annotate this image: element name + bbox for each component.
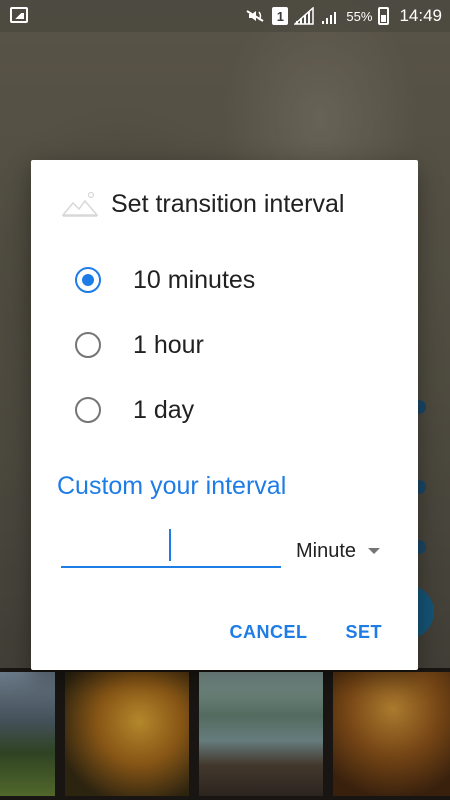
- signal-icon: [293, 6, 315, 25]
- option-1-hour[interactable]: 1 hour: [75, 325, 204, 365]
- transition-interval-dialog: Set transition interval 10 minutes 1 hou…: [31, 160, 418, 670]
- custom-interval-field[interactable]: [61, 524, 281, 568]
- option-label: 1 day: [133, 395, 195, 424]
- clock: 14:49: [399, 6, 442, 25]
- text-cursor: [169, 529, 171, 561]
- sim-icon: 1: [272, 7, 289, 25]
- option-10-minutes[interactable]: 10 minutes: [75, 260, 255, 300]
- image-icon: [61, 189, 101, 219]
- custom-interval-heading: Custom your interval: [57, 472, 287, 500]
- unit-dropdown[interactable]: Minute: [296, 534, 381, 568]
- radio-button[interactable]: [75, 332, 101, 358]
- dropdown-arrow-icon: [368, 548, 381, 554]
- radio-button-selected[interactable]: [75, 267, 101, 293]
- battery-charging-icon: [378, 7, 390, 25]
- gallery-icon: [10, 7, 28, 23]
- option-label: 10 minutes: [133, 265, 256, 294]
- signal-icon: [320, 7, 340, 25]
- status-bar: 1 55% 14:49: [0, 0, 450, 32]
- unit-dropdown-value: Minute: [296, 539, 357, 562]
- set-button[interactable]: SET: [345, 622, 382, 643]
- dialog-title-row: Set transition interval: [61, 186, 344, 222]
- option-label: 1 hour: [133, 330, 204, 359]
- battery-percent: 55%: [346, 8, 373, 24]
- cancel-button[interactable]: CANCEL: [229, 622, 307, 643]
- option-1-day[interactable]: 1 day: [75, 390, 194, 430]
- mute-icon: [244, 8, 266, 24]
- custom-interval-input[interactable]: [61, 524, 281, 564]
- dialog-actions: CANCEL SET: [229, 622, 382, 643]
- dialog-title: Set transition interval: [111, 189, 345, 218]
- radio-button[interactable]: [75, 397, 101, 423]
